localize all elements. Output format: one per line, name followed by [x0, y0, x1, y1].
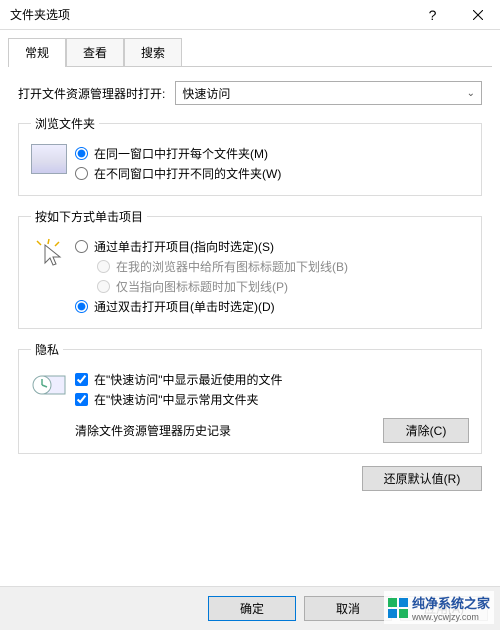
radio-underline-hover-label: 仅当指向图标标题时加下划线(P): [116, 278, 288, 295]
window-icon: [31, 144, 67, 174]
radio-new-window[interactable]: 在不同窗口中打开不同的文件夹(W): [75, 165, 469, 182]
radio-single-click-input[interactable]: [75, 240, 88, 253]
chevron-down-icon: ⌄: [467, 88, 475, 99]
history-icon: [31, 370, 69, 400]
cursor-icon: [31, 237, 67, 271]
click-items-group: 按如下方式单击项目 通过单击打开项目(指向时选定)(S): [18, 208, 482, 329]
radio-new-window-label: 在不同窗口中打开不同的文件夹(W): [94, 165, 281, 182]
cancel-button[interactable]: 取消: [304, 596, 392, 621]
radio-underline-all: 在我的浏览器中给所有图标标题加下划线(B): [97, 258, 469, 275]
radio-double-click-input[interactable]: [75, 300, 88, 313]
checkbox-frequent-folders-label: 在"快速访问"中显示常用文件夹: [94, 391, 259, 408]
clear-button[interactable]: 清除(C): [383, 418, 469, 443]
radio-underline-hover-input: [97, 280, 110, 293]
radio-double-click[interactable]: 通过双击打开项目(单击时选定)(D): [75, 298, 469, 315]
open-explorer-row: 打开文件资源管理器时打开: 快速访问 ⌄: [18, 81, 482, 105]
radio-underline-all-input: [97, 260, 110, 273]
radio-same-window-input[interactable]: [75, 147, 88, 160]
radio-single-click-label: 通过单击打开项目(指向时选定)(S): [94, 238, 274, 255]
help-button[interactable]: ?: [410, 0, 455, 30]
privacy-legend: 隐私: [31, 341, 63, 358]
watermark: 纯净系统之家 www.ycwjzy.com: [384, 591, 494, 624]
tab-search[interactable]: 搜索: [124, 38, 182, 66]
radio-same-window-label: 在同一窗口中打开每个文件夹(M): [94, 145, 268, 162]
checkbox-frequent-folders[interactable]: 在"快速访问"中显示常用文件夹: [75, 391, 469, 408]
watermark-logo-icon: [388, 598, 408, 618]
window-title: 文件夹选项: [10, 6, 410, 23]
checkbox-recent-files-input[interactable]: [75, 373, 88, 386]
tab-general[interactable]: 常规: [8, 38, 66, 67]
radio-underline-hover: 仅当指向图标标题时加下划线(P): [97, 278, 469, 295]
radio-same-window[interactable]: 在同一窗口中打开每个文件夹(M): [75, 145, 469, 162]
checkbox-recent-files[interactable]: 在"快速访问"中显示最近使用的文件: [75, 371, 469, 388]
close-icon: [473, 10, 483, 20]
click-items-legend: 按如下方式单击项目: [31, 208, 147, 225]
radio-double-click-label: 通过双击打开项目(单击时选定)(D): [94, 298, 275, 315]
clear-history-label: 清除文件资源管理器历史记录: [75, 422, 363, 439]
browse-folders-icon: [31, 142, 75, 185]
watermark-text: 纯净系统之家: [412, 596, 490, 611]
radio-new-window-input[interactable]: [75, 167, 88, 180]
checkbox-recent-files-label: 在"快速访问"中显示最近使用的文件: [94, 371, 283, 388]
privacy-icon: [31, 368, 75, 443]
restore-defaults-button[interactable]: 还原默认值(R): [362, 466, 482, 491]
close-button[interactable]: [455, 0, 500, 30]
click-items-icon: [31, 235, 75, 318]
tab-view[interactable]: 查看: [66, 38, 124, 66]
checkbox-frequent-folders-input[interactable]: [75, 393, 88, 406]
browse-folders-legend: 浏览文件夹: [31, 115, 99, 132]
privacy-group: 隐私 在"快速访问"中显示最近使用的文件: [18, 341, 482, 454]
radio-single-click[interactable]: 通过单击打开项目(指向时选定)(S): [75, 238, 469, 255]
tab-bar: 常规 查看 搜索: [8, 38, 492, 67]
ok-button[interactable]: 确定: [208, 596, 296, 621]
radio-underline-all-label: 在我的浏览器中给所有图标标题加下划线(B): [116, 258, 348, 275]
watermark-url: www.ycwjzy.com: [412, 612, 490, 622]
open-explorer-value: 快速访问: [182, 85, 466, 102]
title-bar: 文件夹选项 ?: [0, 0, 500, 30]
open-explorer-dropdown[interactable]: 快速访问 ⌄: [175, 81, 482, 105]
open-explorer-label: 打开文件资源管理器时打开:: [18, 85, 165, 102]
browse-folders-group: 浏览文件夹 在同一窗口中打开每个文件夹(M) 在不同窗口中打开不同的文件夹(W): [18, 115, 482, 196]
tab-content: 打开文件资源管理器时打开: 快速访问 ⌄ 浏览文件夹 在同一窗口中打开每个文件夹…: [0, 67, 500, 509]
